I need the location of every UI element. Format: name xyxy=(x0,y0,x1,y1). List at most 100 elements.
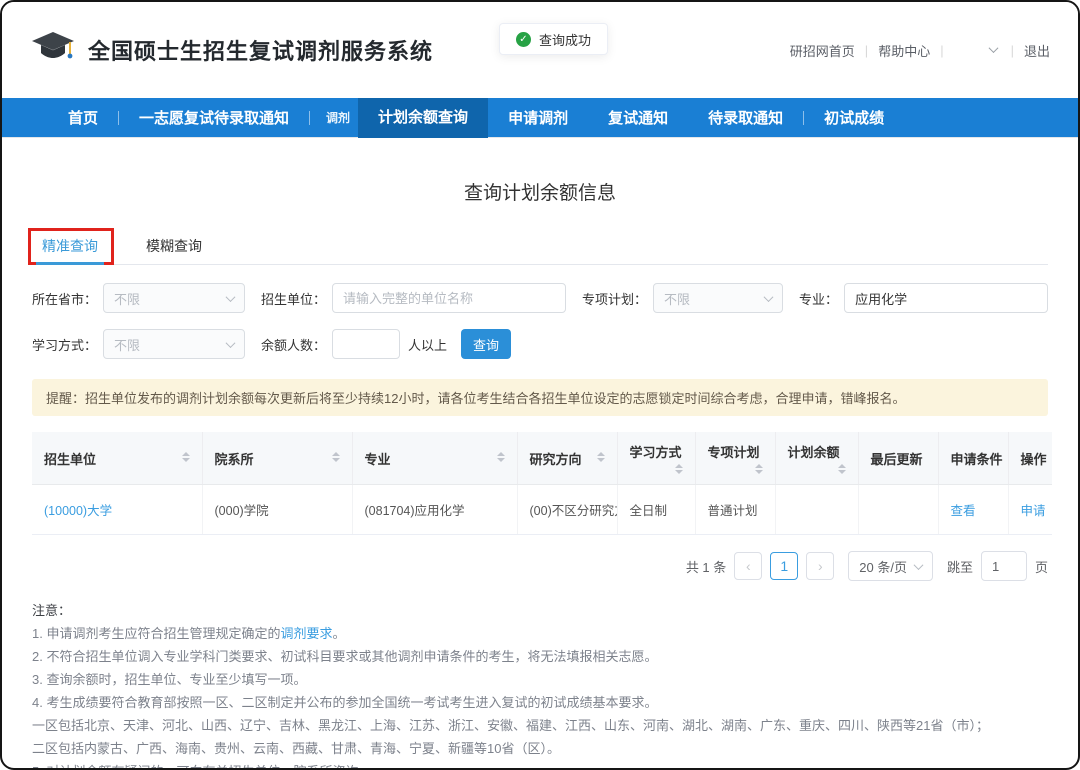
col-header-direction[interactable]: 研究方向 xyxy=(517,432,617,485)
note-2: 2. 不符合招生单位调入专业学科门类要求、初试科目要求或其他调剂申请条件的考生，… xyxy=(32,645,1048,668)
chevron-left-icon: ‹ xyxy=(746,558,751,574)
chevron-down-icon xyxy=(914,560,924,570)
page-title: 查询计划余额信息 xyxy=(32,178,1048,205)
sort-icon[interactable] xyxy=(332,452,340,462)
note-4-zone1: 一区包括北京、天津、河北、山西、辽宁、吉林、黑龙江、上海、江苏、浙江、安徽、福建… xyxy=(32,714,1048,737)
toast-message: 查询成功 xyxy=(539,30,591,49)
nav-item-pending-admission-notice[interactable]: 待录取通知 xyxy=(708,107,783,128)
cell-study-mode: 全日制 xyxy=(617,485,695,535)
col-header-major[interactable]: 专业 xyxy=(352,432,517,485)
main-nav: 首页 一志愿复试待录取通知 调剂 计划余额查询 申请调剂 复试通知 待录取通知 … xyxy=(2,98,1078,138)
chevron-right-icon: › xyxy=(818,558,823,574)
link-help-center[interactable]: 帮助中心 xyxy=(878,41,930,60)
divider: | xyxy=(940,43,943,58)
note-3: 3. 查询余额时，招生单位、专业至少填写一项。 xyxy=(32,668,1048,691)
page-size-value: 20 条/页 xyxy=(859,557,907,576)
jump-page-input[interactable] xyxy=(981,551,1027,581)
nav-item-plan-balance-query[interactable]: 计划余额查询 xyxy=(358,98,488,138)
nav-item-retest-notice[interactable]: 复试通知 xyxy=(608,107,668,128)
jump-to-label: 跳至 xyxy=(947,557,973,576)
sort-icon[interactable] xyxy=(755,464,763,474)
province-select-value: 不限 xyxy=(114,289,140,308)
chevron-down-icon xyxy=(226,292,236,302)
link-yanzhao-home[interactable]: 研招网首页 xyxy=(790,41,855,60)
success-toast: ✓ 查询成功 xyxy=(499,23,608,55)
topbar-links: 研招网首页 | 帮助中心 | | 退出 xyxy=(790,41,1050,60)
nav-item-apply-tiaoji[interactable]: 申请调剂 xyxy=(508,107,568,128)
main-content: 查询计划余额信息 精准查询 模糊查询 所在省市： 不限 招生单位： 专项计划： … xyxy=(2,178,1078,770)
page-size-select[interactable]: 20 条/页 xyxy=(848,551,933,581)
nav-divider xyxy=(803,111,804,125)
study-mode-select-value: 不限 xyxy=(114,335,140,354)
table-header-row: 招生单位 院系所 专业 研究方向 学习方式 专项计划 计划余额 最后更新 申请条… xyxy=(32,432,1052,485)
col-header-unit[interactable]: 招生单位 xyxy=(32,432,202,485)
unit-label: 招生单位： xyxy=(261,289,326,308)
header: 全国硕士生招生复试调剂服务系统 ✓ 查询成功 研招网首页 | 帮助中心 | | … xyxy=(2,2,1078,98)
cell-direction: (00)不区分研究方向 xyxy=(517,485,617,535)
col-header-department[interactable]: 院系所 xyxy=(202,432,352,485)
link-logout[interactable]: 退出 xyxy=(1024,41,1050,60)
tab-fuzzy-query-label: 模糊查询 xyxy=(146,238,202,254)
sort-icon[interactable] xyxy=(497,452,505,462)
nav-divider xyxy=(309,111,310,125)
cell-quota xyxy=(775,485,858,535)
col-header-study-mode[interactable]: 学习方式 xyxy=(617,432,695,485)
major-input[interactable] xyxy=(844,283,1048,313)
nav-divider xyxy=(118,111,119,125)
divider: | xyxy=(865,43,868,58)
page-number-button[interactable]: 1 xyxy=(770,552,798,580)
tab-precise-query-label: 精准查询 xyxy=(42,238,98,254)
graduation-cap-icon xyxy=(30,30,76,71)
prev-page-button[interactable]: ‹ xyxy=(734,552,762,580)
next-page-button[interactable]: › xyxy=(806,552,834,580)
divider: | xyxy=(1011,43,1014,58)
sort-icon[interactable] xyxy=(597,452,605,462)
col-header-plan-quota[interactable]: 计划余额 xyxy=(775,432,858,485)
unit-input[interactable] xyxy=(332,283,566,313)
study-mode-select[interactable]: 不限 xyxy=(103,329,245,359)
view-condition-link[interactable]: 查看 xyxy=(938,485,1008,535)
cell-major: (081704)应用化学 xyxy=(352,485,517,535)
special-plan-select[interactable]: 不限 xyxy=(653,283,783,313)
pagination: 共 1 条 ‹ 1 › 20 条/页 跳至 页 xyxy=(32,551,1048,581)
search-button[interactable]: 查询 xyxy=(461,329,511,359)
user-menu-chevron-down-icon[interactable] xyxy=(988,43,1001,58)
note-4: 4. 考生成绩要符合教育部按照一区、二区制定并公布的参加全国统一考试考生进入复试… xyxy=(32,691,1048,714)
cell-special-plan: 普通计划 xyxy=(695,485,775,535)
sort-icon[interactable] xyxy=(838,464,846,474)
jump-unit-label: 页 xyxy=(1035,557,1048,576)
notice-banner: 提醒：招生单位发布的调剂计划余额每次更新后将至少持续12小时，请各位考生结合各招… xyxy=(32,379,1048,416)
tiaoji-requirements-link[interactable]: 调剂要求 xyxy=(280,626,332,641)
province-label: 所在省市： xyxy=(32,289,97,308)
chevron-down-icon xyxy=(764,292,774,302)
notes-title: 注意： xyxy=(32,599,1048,622)
col-header-actions: 操作 xyxy=(1008,432,1052,485)
col-header-last-update: 最后更新 xyxy=(858,432,938,485)
col-header-special-plan[interactable]: 专项计划 xyxy=(695,432,775,485)
app-window: 全国硕士生招生复试调剂服务系统 ✓ 查询成功 研招网首页 | 帮助中心 | | … xyxy=(0,0,1080,770)
nav-item-first-choice-pending-notice[interactable]: 一志愿复试待录取通知 xyxy=(139,107,289,128)
sort-icon[interactable] xyxy=(182,452,190,462)
sort-icon[interactable] xyxy=(675,464,683,474)
pagination-total: 共 1 条 xyxy=(686,557,726,576)
apply-link[interactable]: 申请 xyxy=(1008,485,1052,535)
province-select[interactable]: 不限 xyxy=(103,283,245,313)
brand: 全国硕士生招生复试调剂服务系统 xyxy=(30,30,433,71)
nav-item-home[interactable]: 首页 xyxy=(68,107,98,128)
cell-unit-link[interactable]: (10000)大学 xyxy=(32,485,202,535)
note-5: 5. 对计划余额有疑问的，可向有关招生单位、院系所咨询。 xyxy=(32,760,1048,770)
tab-fuzzy-query[interactable]: 模糊查询 xyxy=(136,231,212,264)
result-table: 招生单位 院系所 专业 研究方向 学习方式 专项计划 计划余额 最后更新 申请条… xyxy=(32,432,1052,535)
tab-precise-query[interactable]: 精准查询 xyxy=(32,231,108,264)
quota-suffix-label: 人以上 xyxy=(408,335,447,354)
study-mode-label: 学习方式： xyxy=(32,335,97,354)
tab-bar: 精准查询 模糊查询 xyxy=(32,231,1048,265)
special-plan-label: 专项计划： xyxy=(582,289,647,308)
query-form-row-2: 学习方式： 不限 余额人数： 人以上 查询 xyxy=(32,329,1048,359)
quota-label: 余额人数： xyxy=(261,335,326,354)
nav-item-initial-exam-scores[interactable]: 初试成绩 xyxy=(824,107,884,128)
chevron-down-icon xyxy=(226,338,236,348)
nav-group-label-tiaoji: 调剂 xyxy=(326,109,350,126)
cell-last-update xyxy=(858,485,938,535)
quota-input[interactable] xyxy=(332,329,400,359)
